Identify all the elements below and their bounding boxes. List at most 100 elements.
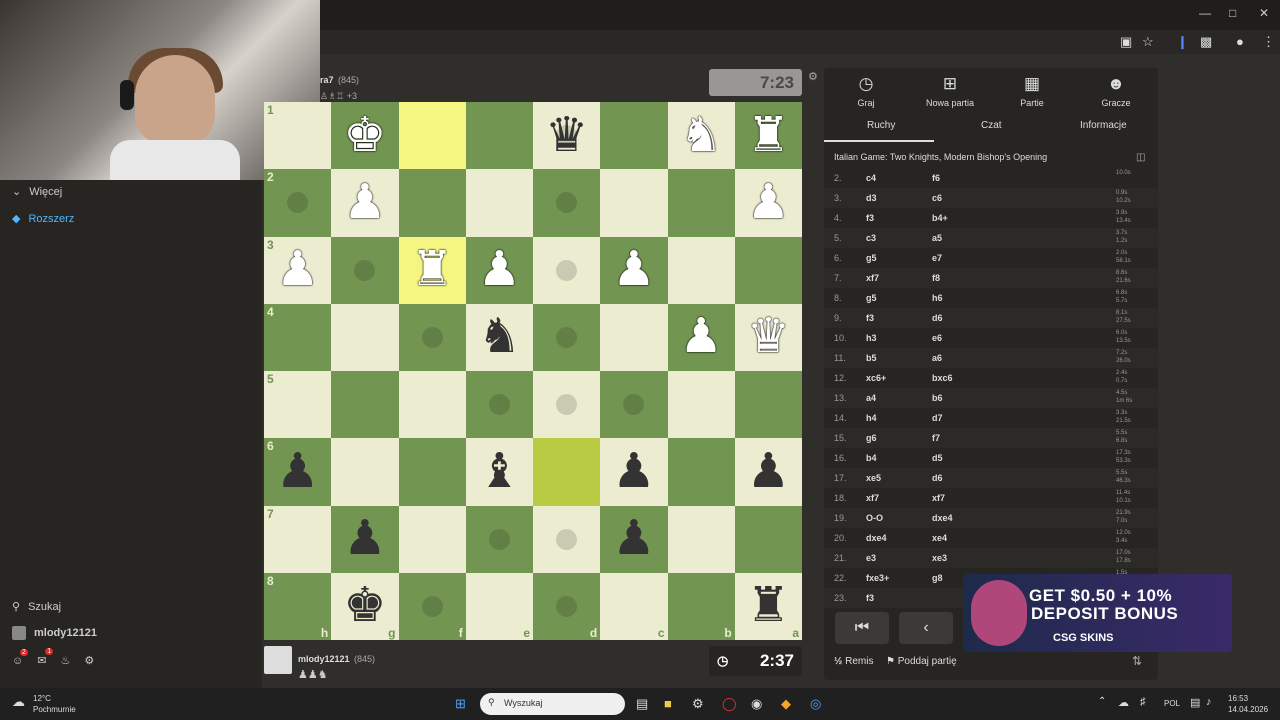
prev-move-button[interactable]: ‹ (899, 612, 953, 644)
board-square[interactable]: e (465, 572, 533, 640)
black-pawn-icon[interactable]: ♟ (747, 447, 790, 496)
move-list[interactable]: 2. c4 f6 10.0s 3. d3 c6 0.9s 10.2s 4. f3 b4+ 3.9s 13.… (824, 168, 1158, 608)
sidebar-search[interactable]: ⚲ Szukaj (12, 600, 61, 614)
black-move[interactable]: xf7 (932, 493, 945, 503)
board-square[interactable] (465, 102, 533, 170)
board-square[interactable]: ♟ (465, 236, 533, 304)
menu-dots-icon[interactable]: ⋮ (1262, 34, 1275, 50)
steam-icon[interactable]: ⚙ (692, 696, 704, 712)
board-square[interactable]: ♝ (465, 438, 533, 506)
weather-desc[interactable]: Pochmurnie (33, 705, 76, 714)
white-move[interactable]: f3 (866, 213, 874, 223)
minimize-icon[interactable]: — (1199, 6, 1211, 20)
board-square[interactable] (533, 438, 601, 506)
language-indicator[interactable]: POL (1164, 699, 1180, 708)
white-move[interactable]: g6 (866, 433, 877, 443)
black-move[interactable]: e6 (932, 333, 942, 343)
board-square[interactable] (600, 303, 668, 371)
board-square[interactable] (533, 236, 601, 304)
board-square[interactable] (398, 371, 466, 439)
board-square[interactable]: ♜ (734, 102, 802, 170)
microphone-icon[interactable]: ♯ (1140, 696, 1146, 708)
board-square[interactable]: 3 ♟ (264, 236, 332, 304)
white-move[interactable]: b4 (866, 453, 877, 463)
board-square[interactable] (533, 371, 601, 439)
white-king-icon[interactable]: ♚ (343, 111, 386, 160)
board-square[interactable]: ♟ (331, 169, 399, 237)
black-knight-icon[interactable]: ♞ (478, 313, 521, 361)
board-square[interactable]: ♟ (734, 169, 802, 237)
board-square[interactable]: ♛ (533, 102, 601, 170)
white-knight-icon[interactable]: ♞ (680, 111, 723, 160)
white-pawn-icon[interactable]: ♟ (747, 178, 790, 227)
speaker-icon[interactable]: ♪ (1206, 696, 1212, 708)
white-move[interactable]: c4 (866, 173, 876, 183)
bell-icon[interactable]: ♨ (60, 654, 70, 667)
black-queen-icon[interactable]: ♛ (545, 111, 588, 160)
black-pawn-icon[interactable]: ♟ (612, 447, 655, 496)
white-move[interactable]: xf7 (866, 493, 879, 503)
weather-temp[interactable]: 12°C (33, 694, 51, 703)
tab-new-game[interactable]: ⊞ Nowa partia (908, 74, 992, 108)
black-move[interactable]: a6 (932, 353, 942, 363)
black-move[interactable]: d6 (932, 473, 943, 483)
board-square[interactable]: 7 (264, 505, 332, 573)
tab-games[interactable]: ▦ Partie (990, 74, 1074, 108)
board-settings-icon[interactable]: ⚙ (808, 70, 818, 83)
tab-players[interactable]: ☻ Gracze (1074, 74, 1158, 108)
file-explorer-icon[interactable]: ■ (664, 696, 672, 711)
board-square[interactable] (667, 505, 735, 573)
board-square[interactable]: ♟ (600, 236, 668, 304)
move-hint-dot[interactable] (488, 394, 510, 416)
ad-banner[interactable]: GET $0.50 + 10% DEPOSIT BONUS CSG SKINS (963, 574, 1232, 652)
board-square[interactable]: 5 (264, 371, 332, 439)
profile-icon[interactable]: ● (1236, 34, 1244, 49)
board-square[interactable] (667, 438, 735, 506)
board-square[interactable]: ♞ (667, 102, 735, 170)
white-pawn-icon[interactable]: ♟ (276, 246, 319, 294)
board-square[interactable] (533, 303, 601, 371)
board-square[interactable]: ♟ (734, 438, 802, 506)
board-square[interactable] (533, 505, 601, 573)
board-square[interactable]: a ♜ (734, 572, 802, 640)
black-move[interactable]: d5 (932, 453, 943, 463)
flip-board-icon[interactable]: ⇅ (1132, 654, 1142, 668)
black-move[interactable]: h6 (932, 293, 943, 303)
chrome-icon[interactable]: ◎ (810, 696, 821, 712)
black-move[interactable]: xe3 (932, 553, 947, 563)
board-square[interactable] (600, 102, 668, 170)
board-square[interactable]: 2 (264, 169, 332, 237)
board-square[interactable]: f (398, 572, 466, 640)
board-square[interactable]: ♚ (331, 102, 399, 170)
monitor-icon[interactable]: ▤ (1190, 696, 1200, 709)
board-square[interactable] (398, 303, 466, 371)
white-rook-icon[interactable]: ♜ (411, 246, 454, 294)
mail-icon[interactable]: ✉ 1 (37, 648, 54, 667)
black-rook-icon[interactable]: ♜ (747, 582, 790, 630)
board-square[interactable] (398, 102, 466, 170)
app-icon[interactable]: ◆ (781, 696, 791, 712)
board-square[interactable]: g ♚ (331, 572, 399, 640)
black-move[interactable]: c6 (932, 193, 942, 203)
white-move[interactable]: xf7 (866, 273, 879, 283)
white-move[interactable]: a4 (866, 393, 876, 403)
move-hint-dot[interactable] (556, 259, 578, 281)
extension-icon[interactable]: ❙ (1177, 34, 1188, 50)
white-queen-icon[interactable]: ♛ (747, 313, 790, 361)
maximize-icon[interactable]: □ (1229, 6, 1236, 20)
board-square[interactable]: ♛ (734, 303, 802, 371)
sidebar-item-expand[interactable]: ◆ Rozszerz (12, 212, 74, 226)
gear-icon[interactable]: ⚙ (84, 654, 94, 667)
board-square[interactable]: 1 (264, 102, 332, 170)
board-square[interactable] (331, 236, 399, 304)
board-square[interactable] (734, 505, 802, 573)
clock-date[interactable]: 14.04.2026 (1228, 705, 1268, 714)
white-move[interactable]: xe5 (866, 473, 881, 483)
board-square[interactable]: ♟ (331, 505, 399, 573)
board-square[interactable] (331, 438, 399, 506)
move-hint-dot[interactable] (488, 528, 510, 550)
chess-board[interactable]: 1 ♚ ♛ ♞ ♜ 2 ♟ ♟ 3 ♟ ♜ ♟ ♟ 4 ♞ ♟ ♛ 5 6 ♟ ♝ ♟ ♟ 7 ♟ ♟ 8 h g ♚ f e d c b a ♜ (264, 102, 802, 640)
board-square[interactable] (398, 505, 466, 573)
opera-icon[interactable]: ◯ (722, 696, 737, 712)
black-pawn-icon[interactable]: ♟ (276, 447, 319, 496)
